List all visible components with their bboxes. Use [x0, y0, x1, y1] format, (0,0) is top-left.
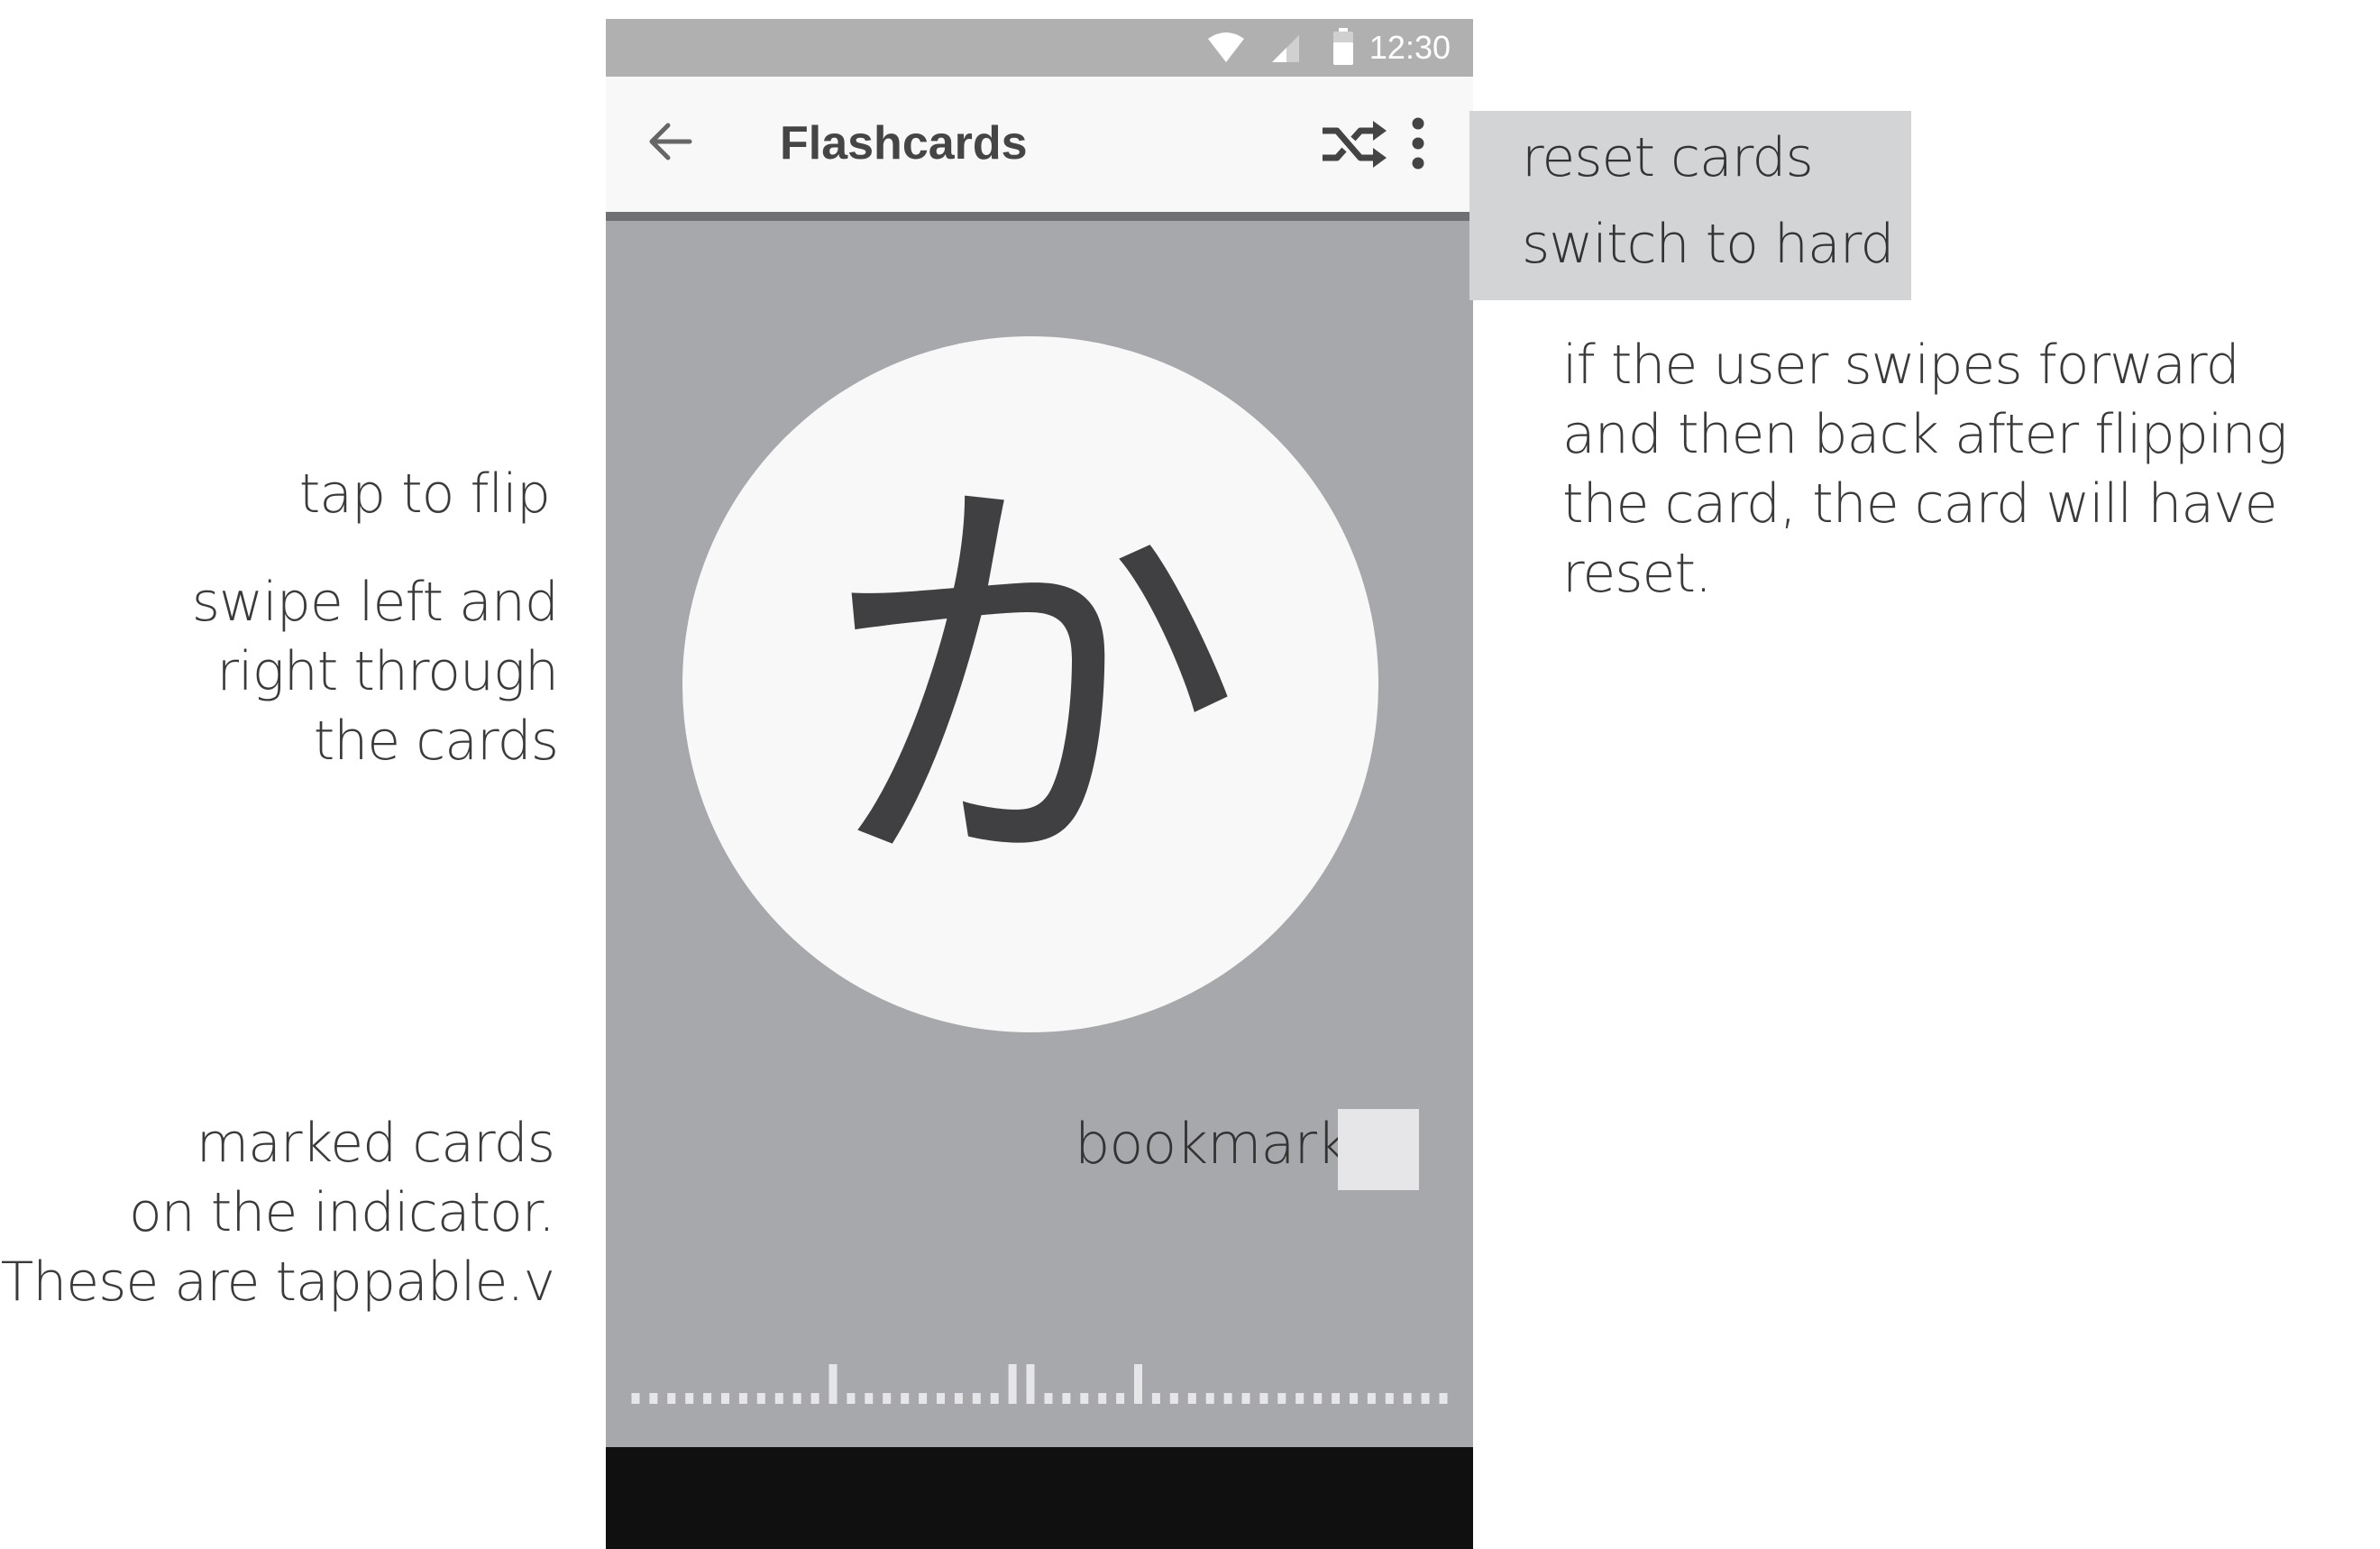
bookmark-label: bookmark	[1075, 1111, 1349, 1177]
page-title: Flashcards	[780, 117, 1028, 170]
annotation-swipe: swipe left and right through the cards	[191, 571, 559, 773]
indicator-marked-card[interactable]	[1026, 1364, 1035, 1404]
indicator-card	[1044, 1393, 1053, 1404]
indicator-card	[738, 1393, 747, 1404]
navigation-bar	[606, 1447, 1473, 1549]
cellular-signal-icon	[1272, 35, 1299, 62]
menu-item-switch-to-hard[interactable]: switch to hard	[1522, 210, 1894, 279]
indicator-card	[1116, 1393, 1125, 1404]
indicator-card	[1259, 1393, 1268, 1404]
annotation-marked-cards: marked cards on the indicator. These are…	[0, 1112, 555, 1314]
indicator-card	[703, 1393, 712, 1404]
indicator-card	[1295, 1393, 1304, 1404]
app-bar-divider	[606, 212, 1473, 221]
indicator-card	[1403, 1393, 1412, 1404]
indicator-card	[901, 1393, 910, 1404]
indicator-card	[1223, 1393, 1232, 1404]
indicator-card	[919, 1393, 928, 1404]
indicator-card	[631, 1393, 640, 1404]
indicator-card	[685, 1393, 694, 1404]
indicator-card	[1062, 1393, 1071, 1404]
annotation-card-reset: if the user swipes forward and then back…	[1562, 334, 2288, 605]
indicator-card	[1277, 1393, 1286, 1404]
indicator-card	[1385, 1393, 1394, 1404]
status-time: 12:30	[1368, 29, 1451, 66]
indicator-card	[756, 1393, 765, 1404]
indicator-card	[1421, 1393, 1430, 1404]
card-glyph: か	[819, 437, 1242, 930]
indicator-card	[1098, 1393, 1107, 1404]
indicator-marked-card[interactable]	[1134, 1364, 1142, 1404]
indicator-card	[972, 1393, 981, 1404]
indicator-card	[883, 1393, 892, 1404]
indicator-card	[1169, 1393, 1178, 1404]
indicator-card	[1367, 1393, 1376, 1404]
phone-screen: 12:30 Flashcards か bookmark	[606, 19, 1473, 1549]
indicator-card	[649, 1393, 658, 1404]
indicator-card	[1241, 1393, 1250, 1404]
indicator-card	[937, 1393, 945, 1404]
overflow-menu: reset cards switch to hard	[1469, 111, 1911, 300]
indicator-card	[774, 1393, 783, 1404]
indicator-marked-card[interactable]	[1008, 1364, 1017, 1404]
flashcard[interactable]: か	[682, 336, 1378, 1032]
indicator-card	[1350, 1393, 1358, 1404]
back-arrow-icon[interactable]	[646, 118, 693, 165]
indicator-card	[954, 1393, 963, 1404]
indicator-card	[1439, 1393, 1448, 1404]
indicator-card	[810, 1393, 819, 1404]
indicator-marked-card[interactable]	[828, 1364, 838, 1404]
status-bar: 12:30	[606, 19, 1473, 77]
annotation-tap-to-flip: tap to flip	[298, 463, 551, 526]
overflow-menu-icon[interactable]	[1411, 116, 1425, 170]
wifi-icon	[1208, 32, 1244, 62]
indicator-card	[1151, 1393, 1160, 1404]
bookmark-checkbox[interactable]	[1338, 1109, 1419, 1190]
indicator-card	[667, 1393, 676, 1404]
indicator-card	[847, 1393, 856, 1404]
indicator-card	[865, 1393, 874, 1404]
indicator-card	[1314, 1393, 1323, 1404]
menu-item-reset-cards[interactable]: reset cards	[1522, 124, 1814, 192]
indicator-card	[1332, 1393, 1341, 1404]
indicator-card	[990, 1393, 999, 1404]
card-progress-indicator[interactable]	[627, 1353, 1452, 1407]
shuffle-icon[interactable]	[1321, 120, 1387, 169]
indicator-card	[721, 1393, 729, 1404]
indicator-card	[792, 1393, 801, 1404]
indicator-card	[1187, 1393, 1196, 1404]
indicator-card	[1080, 1393, 1089, 1404]
app-bar: Flashcards	[606, 77, 1473, 212]
indicator-card	[1205, 1393, 1214, 1404]
battery-icon	[1333, 28, 1353, 65]
